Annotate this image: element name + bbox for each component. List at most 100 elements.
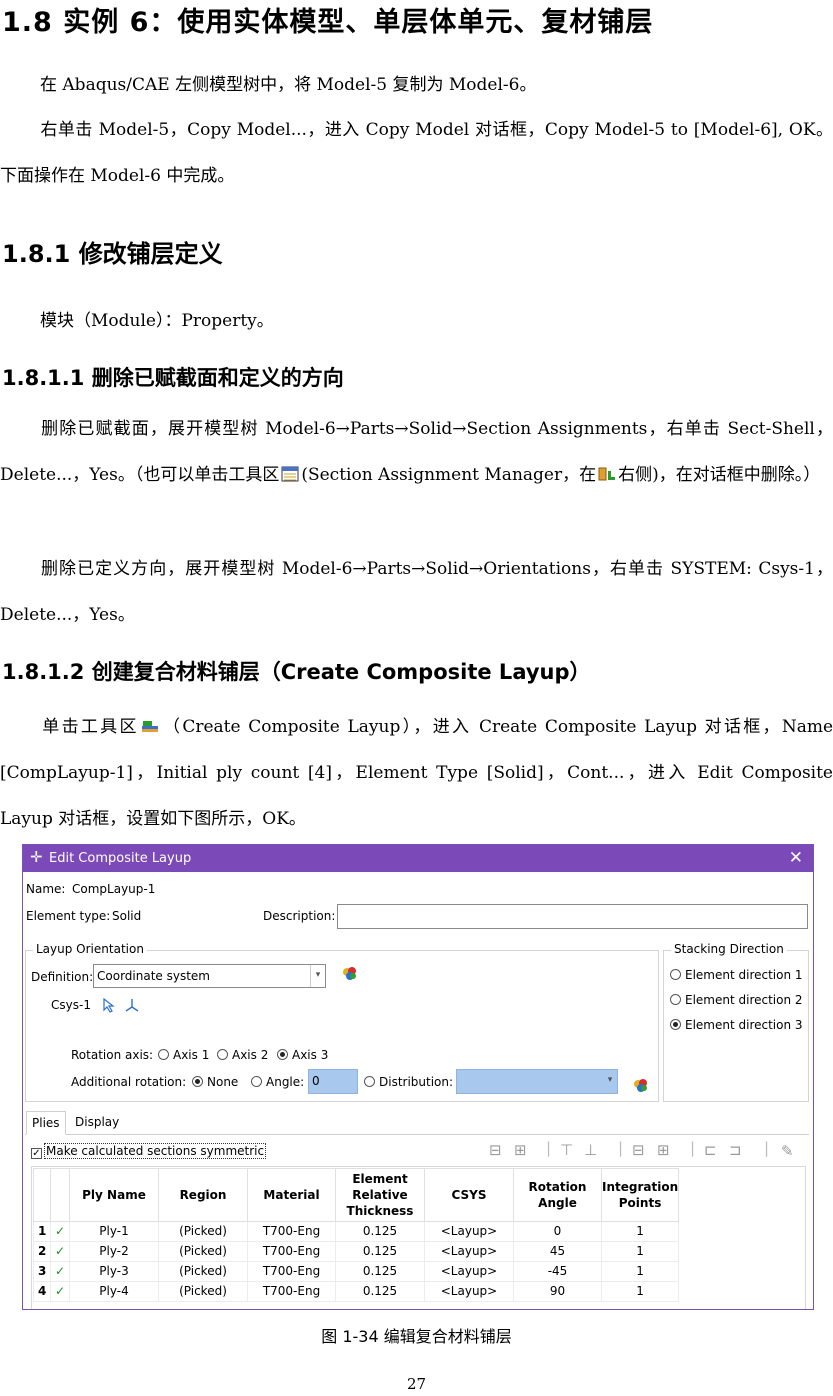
row-number-header [33, 1168, 51, 1222]
row-number[interactable]: 2 [33, 1241, 51, 1262]
integration-points-cell[interactable]: 1 [600, 1261, 680, 1282]
distribution-select[interactable]: ▾ [456, 1069, 618, 1094]
csys-cell[interactable]: <Layup> [424, 1241, 514, 1262]
chevron-down-icon: ▾ [310, 965, 325, 987]
row-number[interactable]: 3 [33, 1261, 51, 1282]
rotation-angle-radio[interactable]: Angle: [251, 1075, 304, 1089]
insert-after-icon[interactable]: ⊞ [514, 1141, 527, 1159]
material-cell[interactable]: T700-Eng [247, 1221, 336, 1242]
paragraph-5: 删除已定义方向，展开模型树 Model-6→Parts→Solid→Orient… [0, 559, 833, 625]
chevron-down-icon: ▾ [607, 1075, 613, 1085]
radio-icon [158, 1049, 169, 1060]
csys-cell[interactable]: <Layup> [424, 1221, 514, 1242]
radio-icon [670, 969, 681, 980]
stacking-dir-1-radio[interactable]: Element direction 1 [670, 968, 803, 982]
tab-plies[interactable]: Plies [26, 1111, 66, 1135]
move-up-icon[interactable]: ⊤ [560, 1141, 573, 1159]
definition-select[interactable]: Coordinate system ▾ [93, 964, 326, 988]
page-number: 27 [406, 1375, 427, 1393]
thickness-cell[interactable]: 0.125 [335, 1281, 425, 1302]
paste-ply-icon[interactable]: ⊞ [657, 1141, 670, 1159]
close-icon[interactable]: ✕ [789, 848, 803, 868]
material-cell[interactable]: T700-Eng [247, 1261, 336, 1282]
move-down-icon[interactable]: ⊥ [584, 1141, 597, 1159]
paragraph-1: 在 Abaqus/CAE 左侧模型树中，将 Model-5 复制为 Model-… [40, 75, 537, 95]
stacking-dir-2-radio[interactable]: Element direction 2 [670, 993, 803, 1007]
region-cell[interactable]: (Picked) [158, 1221, 248, 1242]
paragraph-6: 单击工具区 （Create Composite Layup），进入 Create … [0, 717, 833, 829]
description-input[interactable] [337, 904, 808, 929]
csys-cell[interactable]: <Layup> [424, 1261, 514, 1282]
select-arrow-icon[interactable] [101, 998, 115, 1013]
row-number[interactable]: 4 [33, 1281, 51, 1302]
thickness-cell[interactable]: 0.125 [335, 1261, 425, 1282]
axis-1-radio[interactable]: Axis 1 [158, 1048, 209, 1062]
rotation-distribution-radio[interactable]: Distribution: [364, 1075, 453, 1089]
heading-1-8-1: 1.8.1 修改铺层定义 [2, 240, 223, 268]
symmetric-checkbox[interactable]: ✓ Make calculated sections symmetric [31, 1143, 267, 1159]
rotation-angle-cell[interactable]: 0 [513, 1221, 602, 1242]
paragraph-4: 删除已赋截面，展开模型树 Model-6→Parts→Solid→Section… [0, 419, 833, 485]
paragraph-3: 模块（Module）：Property。 [40, 311, 274, 331]
col-thickness: Element Relative Thickness [335, 1168, 425, 1222]
region-cell[interactable]: (Picked) [158, 1281, 248, 1302]
additional-rotation-label: Additional rotation: [71, 1075, 187, 1089]
col-csys: CSYS [424, 1168, 514, 1222]
paragraph-2: 右单击 Model-5，Copy Model...，进入 Copy Model … [0, 120, 833, 186]
check-icon: ✓ [50, 1281, 70, 1302]
distribution-create-icon[interactable] [633, 1078, 649, 1094]
rotation-angle-cell[interactable]: -45 [513, 1261, 602, 1282]
rotation-angle-cell[interactable]: 90 [513, 1281, 602, 1302]
rotation-none-radio[interactable]: None [192, 1075, 238, 1089]
tab-display[interactable]: Display [70, 1111, 124, 1135]
element-type-value: Solid [112, 909, 142, 923]
table-row[interactable]: 4 ✓ Ply-4 (Picked) T700-Eng 0.125 <Layup> 90 1 [33, 1281, 680, 1302]
radio-selected-icon [670, 1019, 681, 1030]
dialog-titlebar[interactable]: ✛ Edit Composite Layup ✕ [23, 845, 813, 872]
region-cell[interactable]: (Picked) [158, 1261, 248, 1282]
table-row[interactable]: 1 ✓ Ply-1 (Picked) T700-Eng 0.125 <Layup> 0 1 [33, 1221, 680, 1242]
copy-ply-icon[interactable]: ⊟ [632, 1141, 645, 1159]
insert-before-icon[interactable]: ⊟ [489, 1141, 502, 1159]
material-cell[interactable]: T700-Eng [247, 1281, 336, 1302]
definition-value: Coordinate system [97, 969, 210, 983]
ply-name-cell[interactable]: Ply-4 [69, 1281, 159, 1302]
assign-section-icon [598, 467, 616, 481]
col-material: Material [247, 1168, 336, 1222]
plies-table: Ply Name Region Material Element Relativ… [33, 1168, 680, 1302]
radio-icon [364, 1076, 375, 1087]
axis-3-radio[interactable]: Axis 3 [277, 1048, 328, 1062]
col-ply-name: Ply Name [69, 1168, 159, 1222]
region-cell[interactable]: (Picked) [158, 1241, 248, 1262]
check-icon: ✓ [50, 1261, 70, 1282]
table-row[interactable]: 3 ✓ Ply-3 (Picked) T700-Eng 0.125 <Layup> -45 1 [33, 1261, 680, 1282]
stacking-dir-3-radio[interactable]: Element direction 3 [670, 1018, 803, 1032]
section-assignment-manager-icon [281, 466, 299, 482]
description-label: Description: [263, 909, 336, 923]
checkbox-checked-icon: ✓ [31, 1148, 42, 1159]
row-number[interactable]: 1 [33, 1221, 51, 1242]
write-plies-icon[interactable]: ⊐ [729, 1141, 742, 1159]
angle-input[interactable]: 0 [308, 1069, 358, 1094]
material-cell[interactable]: T700-Eng [247, 1241, 336, 1262]
integration-points-cell[interactable]: 1 [600, 1281, 680, 1302]
thickness-cell[interactable]: 0.125 [335, 1241, 425, 1262]
csys-axes-icon[interactable] [124, 997, 140, 1013]
edit-composite-layup-dialog: ✛ Edit Composite Layup ✕ Name: CompLayup… [22, 844, 814, 1310]
thickness-cell[interactable]: 0.125 [335, 1221, 425, 1242]
edit-pencil-icon[interactable]: ✎ [781, 1142, 794, 1160]
ply-name-cell[interactable]: Ply-2 [69, 1241, 159, 1262]
col-integration-points: Integration Points [600, 1168, 680, 1222]
read-plies-icon[interactable]: ⊏ [704, 1141, 717, 1159]
rotation-angle-cell[interactable]: 45 [513, 1241, 602, 1262]
axis-2-radio[interactable]: Axis 2 [217, 1048, 268, 1062]
col-rotation-angle: Rotation Angle [513, 1168, 602, 1222]
csys-cell[interactable]: <Layup> [424, 1281, 514, 1302]
stacking-direction-title: Stacking Direction [671, 942, 787, 956]
integration-points-cell[interactable]: 1 [600, 1221, 680, 1242]
csys-create-icon[interactable] [342, 966, 358, 982]
integration-points-cell[interactable]: 1 [600, 1241, 680, 1262]
ply-name-cell[interactable]: Ply-1 [69, 1221, 159, 1242]
ply-name-cell[interactable]: Ply-3 [69, 1261, 159, 1282]
table-row[interactable]: 2 ✓ Ply-2 (Picked) T700-Eng 0.125 <Layup> 45 1 [33, 1241, 680, 1262]
